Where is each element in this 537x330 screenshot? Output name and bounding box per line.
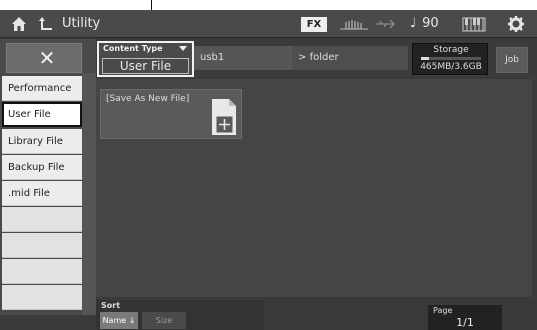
option-library-file[interactable]: Library File: [2, 129, 82, 154]
home-icon[interactable]: [10, 15, 28, 33]
page-title: Utility: [62, 16, 101, 31]
chevron-right-icon: >: [298, 52, 310, 63]
note-icon: ♩: [410, 16, 417, 31]
back-arrow-icon[interactable]: [38, 15, 54, 33]
keyboard-icon[interactable]: [462, 17, 486, 32]
storage-bar: [421, 57, 481, 60]
storage-value: 465MB/3.6GB: [420, 62, 482, 72]
list-edge-strip: [82, 73, 96, 315]
dropdown-arrow-icon: [179, 46, 187, 51]
page-indicator: Page 1/1: [428, 305, 502, 330]
job-button[interactable]: Job: [496, 47, 528, 73]
content-type-selector[interactable]: Content Type User File: [97, 41, 194, 77]
gear-icon[interactable]: [507, 15, 525, 33]
bottom-bar: Sort Name ↓ Size Page 1/1: [96, 297, 537, 330]
path-folder[interactable]: > folder: [292, 46, 408, 70]
sort-control: Sort Name ↓ Size: [96, 300, 264, 330]
file-panel: [Save As New File]: [96, 79, 532, 297]
tempo-display[interactable]: ♩ 90: [410, 16, 439, 31]
storage-label: Storage: [433, 45, 469, 55]
close-list-button[interactable]: ✕: [6, 43, 82, 73]
sort-label: Sort: [101, 301, 121, 310]
storage-indicator: Storage 465MB/3.6GB: [412, 43, 488, 75]
main-area: usb1 > folder Storage 465MB/3.6GB Job [S…: [0, 39, 537, 330]
save-as-new-file-label: [Save As New File]: [106, 94, 190, 104]
storage-bar-fill: [421, 57, 429, 60]
option-backup-file[interactable]: Backup File: [2, 155, 82, 180]
content-type-value: User File: [102, 58, 189, 74]
content-type-label: Content Type: [103, 44, 163, 53]
option-empty: [2, 207, 82, 232]
path-usb[interactable]: usb1: [194, 46, 294, 70]
path-folder-label: folder: [309, 52, 339, 63]
midi-usb-indicator-icon: [338, 16, 402, 32]
fx-badge[interactable]: FX: [301, 17, 327, 32]
sort-size-button[interactable]: Size: [142, 312, 186, 329]
option-performance[interactable]: Performance: [2, 76, 82, 101]
sort-name-button[interactable]: Name ↓: [100, 312, 138, 329]
page-value: 1/1: [456, 316, 474, 329]
close-icon: ✕: [38, 46, 56, 70]
top-bar: Utility FX ♩ 90: [0, 10, 537, 38]
option-empty: [2, 259, 82, 284]
new-document-icon: [211, 98, 237, 136]
tempo-value: 90: [422, 16, 439, 31]
option-user-file[interactable]: User File: [2, 102, 82, 127]
bottom-left-area: [0, 315, 96, 330]
save-as-new-file-button[interactable]: [Save As New File]: [100, 89, 242, 139]
path-usb-label: usb1: [200, 52, 225, 63]
page-label: Page: [433, 306, 453, 315]
option-mid-file[interactable]: .mid File: [2, 181, 82, 206]
option-empty: [2, 285, 82, 310]
screen: Utility FX ♩ 90 usb1 > folder Storage 46…: [0, 10, 537, 330]
option-empty: [2, 233, 82, 258]
